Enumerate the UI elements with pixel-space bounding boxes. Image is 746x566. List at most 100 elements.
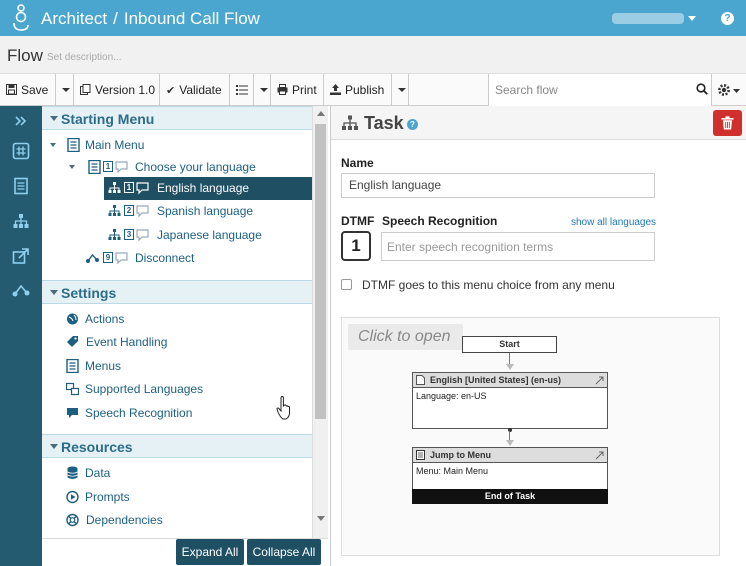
search-icon[interactable] [696,83,708,95]
speech-bubble-icon [115,252,128,265]
tree-item-label: Event Handling [86,335,168,349]
task-title: Task [364,113,404,133]
dtmf-any-menu-label: DTMF goes to this menu choice from any m… [362,278,615,292]
scroll-up-icon[interactable] [317,111,325,116]
save-dropdown-chevron-icon[interactable] [56,74,74,106]
tree-item-label: Choose your language [135,160,256,174]
section-settings[interactable]: Settings [42,280,312,304]
task-hierarchy-icon [108,205,121,216]
tree-item-label: Dependencies [86,513,163,527]
tree-item-japanese-language[interactable]: 3 Japanese language [104,224,312,246]
start-node: Start [462,336,557,353]
top-bar: Architect / Inbound Call Flow ? [0,0,746,36]
dtmf-digit-badge: 3 [124,229,134,240]
task-hierarchy-icon [342,115,358,130]
flow-description[interactable]: Set description... [47,52,121,63]
user-menu-chevron-icon[interactable] [688,16,696,21]
language-node-header: English [United States] (en-us) [413,373,607,388]
delete-button[interactable] [713,110,742,136]
tree-item-data[interactable]: Data [66,462,312,484]
tree-item-choose-language[interactable]: 1 Choose your language [42,156,312,178]
collapse-triangle-icon[interactable] [50,116,58,121]
tree-item-label: Speech Recognition [85,406,193,420]
tree-item-label: Spanish language [157,204,254,218]
task-panel: Task ? Name English language DTMF Speech… [330,106,746,566]
speech-recognition-input[interactable] [381,232,655,261]
flow-preview[interactable]: Click to open Start English [United Stat… [341,317,720,556]
tree-item-actions[interactable]: Actions [66,308,312,330]
scroll-down-icon[interactable] [317,516,325,521]
user-menu[interactable] [612,13,684,24]
speech-recognition-label: Speech Recognition [382,214,498,228]
publish-label: Publish [345,83,385,97]
toolbar: Save Version 1.0 ✔ Validate Print Publish [0,74,746,106]
show-all-languages-link[interactable]: show all languages [571,217,656,228]
name-field[interactable]: English language [341,173,655,198]
collapse-all-button[interactable]: Collapse All [247,539,321,565]
dtmf-any-menu-checkbox[interactable] [341,279,352,290]
help-icon[interactable]: ? [721,12,734,25]
collapse-triangle-icon[interactable] [50,444,58,449]
share-icon[interactable] [12,247,30,265]
scrollbar-thumb[interactable] [315,124,326,419]
click-to-open-label[interactable]: Click to open [348,324,463,350]
tree-item-dependencies[interactable]: Dependencies [66,509,312,531]
expand-all-button[interactable]: Expand All [176,539,244,565]
validate-label: Validate [179,83,222,97]
list-icon [236,85,248,95]
publish-dropdown-chevron-icon[interactable] [392,74,409,106]
tree-item-main-menu[interactable]: Main Menu [42,134,312,156]
collapse-triangle-icon[interactable] [50,290,58,295]
list-button[interactable] [230,74,254,106]
tag-icon [67,336,78,347]
hierarchy-icon[interactable] [12,212,30,230]
menu-document-icon [66,359,79,373]
tree-item-english-language[interactable]: 1 English language [104,177,312,200]
task-help-icon[interactable]: ? [407,119,418,130]
expand-icon[interactable] [12,112,30,130]
flow-bar: Flow Set description... [0,36,746,74]
publish-button[interactable]: Publish [324,74,392,106]
hash-icon[interactable] [12,142,30,160]
save-button[interactable]: Save [0,74,56,106]
list-dropdown-chevron-icon[interactable] [254,74,271,106]
app-name[interactable]: Architect [41,9,107,28]
speech-bubble-icon [136,205,149,218]
document-icon[interactable] [12,177,30,195]
flow-icon[interactable] [12,281,30,299]
print-button[interactable]: Print [271,74,324,106]
tree-item-spanish-language[interactable]: 2 Spanish language [104,200,312,222]
tree-scrollbar[interactable] [312,106,328,538]
app-logo-icon [13,4,29,31]
tree-item-event-handling[interactable]: Event Handling [66,331,312,353]
play-icon [66,490,79,504]
settings-gear-icon[interactable] [716,82,744,98]
dtmf-digit-field[interactable]: 1 [341,231,371,261]
language-node-body: Language: en-US [416,391,487,401]
speech-bubble-icon [115,161,128,174]
tree-item-menus[interactable]: Menus [66,355,312,377]
version-button[interactable]: Version 1.0 [74,74,160,106]
tree-item-prompts[interactable]: Prompts [66,486,312,508]
section-resources[interactable]: Resources [42,434,312,458]
section-starting-menu[interactable]: Starting Menu [42,106,312,130]
menu-document-icon [67,138,80,152]
version-icon [80,84,91,95]
publish-icon [330,84,341,95]
check-icon: ✔ [166,85,176,97]
jump-node-body: Menu: Main Menu [416,466,489,476]
dtmf-label: DTMF [341,214,375,228]
expand-triangle-icon[interactable] [50,143,56,147]
lifebuoy-icon [66,513,79,527]
search-input[interactable] [489,74,689,106]
expand-triangle-icon[interactable] [69,165,75,169]
speech-bubble-icon [136,182,149,195]
tree-item-disconnect[interactable]: 9 Disconnect [86,247,312,269]
tree-item-label: Menus [85,359,122,373]
breadcrumb-separator: / [113,9,118,28]
jump-node-title: Jump to Menu [430,450,491,460]
validate-button[interactable]: ✔ Validate [160,74,230,106]
save-label: Save [21,83,49,97]
speech-bubble-icon [67,408,78,418]
jump-to-menu-node: Jump to Menu Menu: Main Menu End of Task [412,447,608,504]
